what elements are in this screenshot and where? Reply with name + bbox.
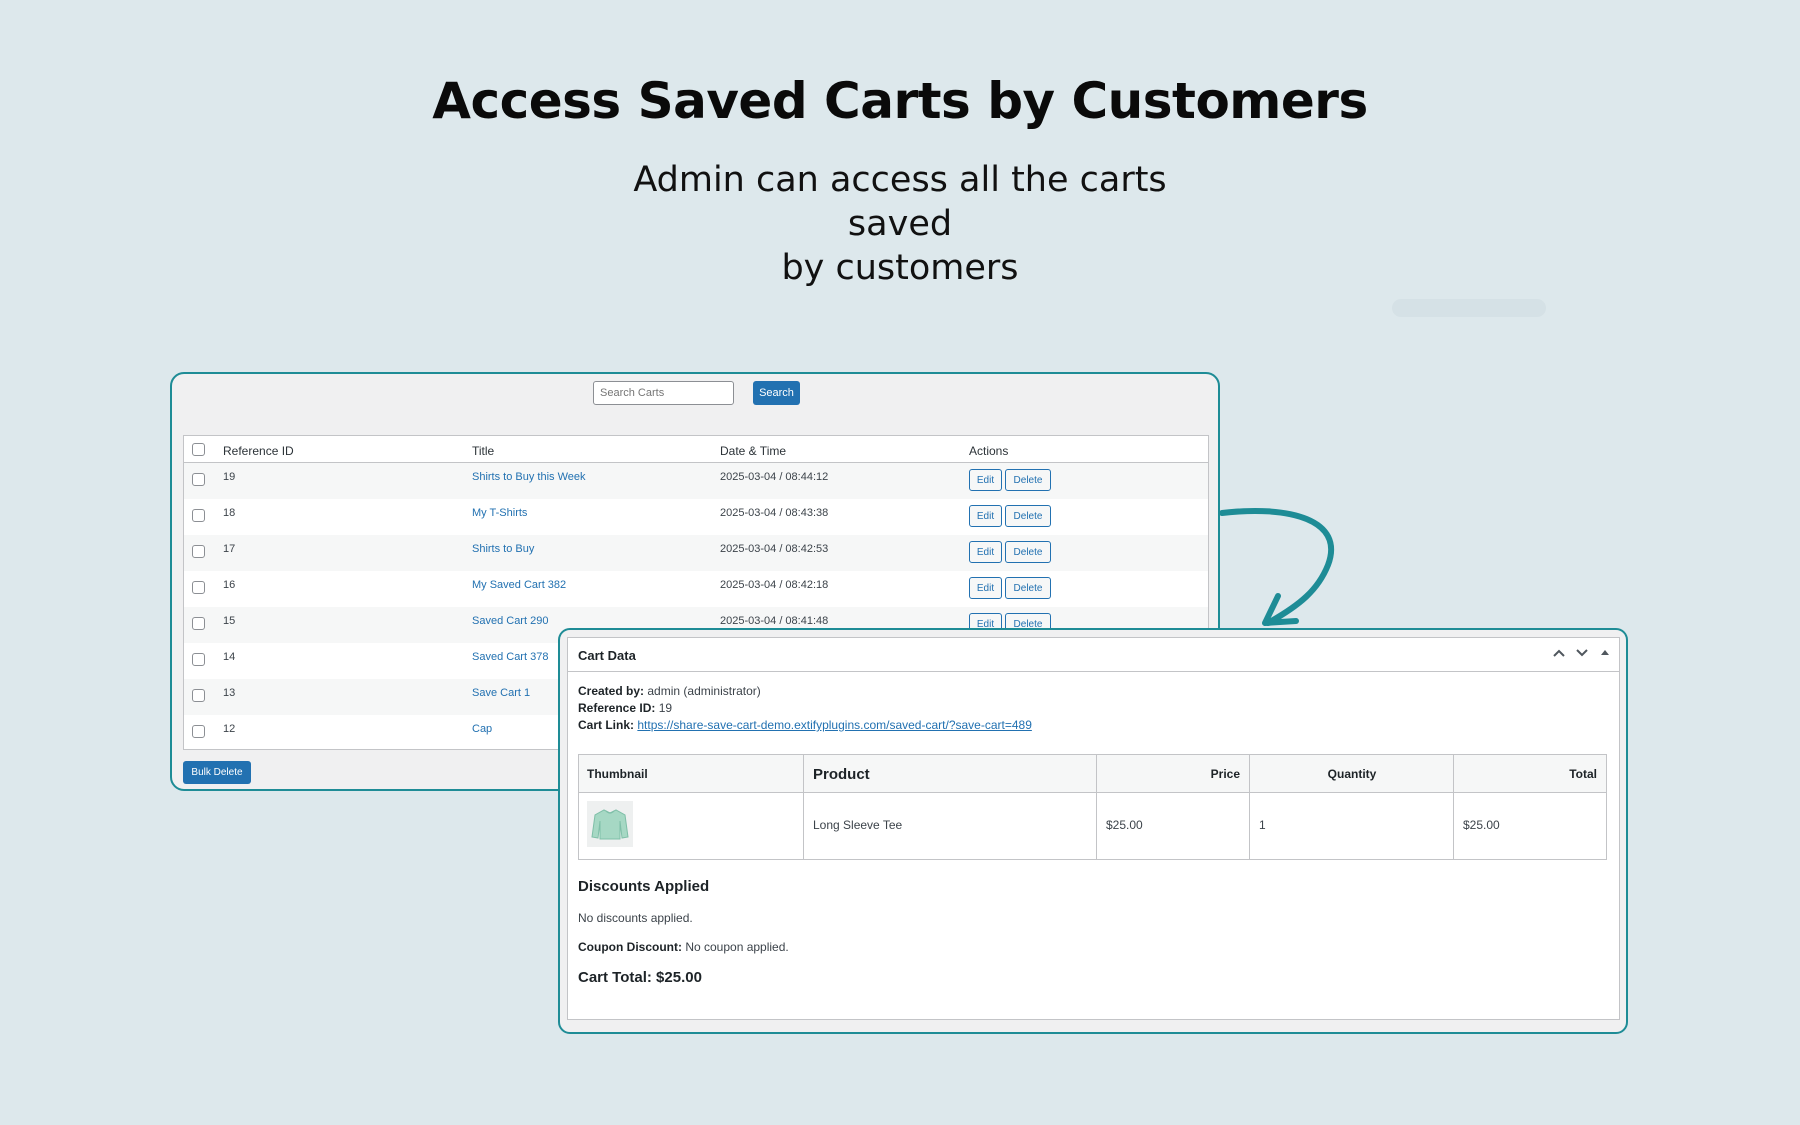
coupon-value: No coupon applied. xyxy=(685,940,789,954)
row-checkbox[interactable] xyxy=(192,545,205,558)
column-header-product: Product xyxy=(804,755,1097,793)
row-checkbox[interactable] xyxy=(192,689,205,702)
discounts-text: No discounts applied. xyxy=(578,911,693,925)
column-header-total: Total xyxy=(1454,755,1606,793)
long-sleeve-shirt-icon xyxy=(591,809,629,840)
page-heading: Access Saved Carts by Customers xyxy=(432,72,1368,130)
column-header-title: Title xyxy=(472,444,495,458)
row-checkbox[interactable] xyxy=(192,473,205,486)
row-checkbox[interactable] xyxy=(192,509,205,522)
product-thumbnail[interactable] xyxy=(587,801,633,847)
cart-link: Cart Link: https://share-save-cart-demo.… xyxy=(578,718,1032,732)
cart-data-header: Cart Data xyxy=(568,638,1619,672)
reference-id-value: 19 xyxy=(658,701,673,715)
bulk-delete-button[interactable]: Bulk Delete xyxy=(183,761,251,784)
row-reference-id: 18 xyxy=(223,507,236,519)
row-checkbox[interactable] xyxy=(192,725,205,738)
row-title-link[interactable]: Saved Cart 290 xyxy=(472,615,548,627)
row-date-time: 2025-03-04 / 08:43:38 xyxy=(720,507,829,519)
subheading-line-2: by customers xyxy=(781,248,1019,288)
table-row: 16 My Saved Cart 382 2025-03-04 / 08:42:… xyxy=(184,571,1208,607)
row-title-link[interactable]: Shirts to Buy this Week xyxy=(472,471,586,483)
row-title-link[interactable]: Save Cart 1 xyxy=(472,687,530,699)
subheading-line-1: Admin can access all the carts saved xyxy=(633,160,1167,244)
row-reference-id: 13 xyxy=(223,687,236,699)
reference-id-label: Reference ID: xyxy=(578,701,656,715)
cart-items-table: Thumbnail Product Price Quantity Total L… xyxy=(578,754,1607,860)
cart-link-label: Cart Link: xyxy=(578,718,635,732)
row-reference-id: 15 xyxy=(223,615,236,627)
decorative-bar xyxy=(1392,299,1546,317)
row-reference-id: 17 xyxy=(223,543,236,555)
created-by: Created by: admin (administrator) xyxy=(578,684,761,698)
column-header-price: Price xyxy=(1097,755,1250,793)
row-title-link[interactable]: Saved Cart 378 xyxy=(472,651,548,663)
row-date-time: 2025-03-04 / 08:42:53 xyxy=(720,543,829,555)
column-header-thumbnail: Thumbnail xyxy=(579,755,804,793)
toggle-panel-icon[interactable] xyxy=(1599,646,1611,663)
cart-data-title: Cart Data xyxy=(578,648,636,663)
table-header-row: Reference ID Title Date & Time Actions xyxy=(184,436,1208,463)
delete-button[interactable]: Delete xyxy=(1005,469,1051,491)
edit-button[interactable]: Edit xyxy=(969,541,1002,563)
row-reference-id: 12 xyxy=(223,723,236,735)
item-product-cell: Long Sleeve Tee xyxy=(804,793,1097,859)
coupon-discount: Coupon Discount: No coupon applied. xyxy=(578,940,789,954)
row-title-link[interactable]: Cap xyxy=(472,723,492,735)
row-date-time: 2025-03-04 / 08:42:18 xyxy=(720,579,829,591)
coupon-label: Coupon Discount: xyxy=(578,940,682,954)
delete-button[interactable]: Delete xyxy=(1005,577,1051,599)
row-title-link[interactable]: My Saved Cart 382 xyxy=(472,579,566,591)
item-price-cell: $25.00 xyxy=(1097,793,1250,859)
column-header-reference-id: Reference ID xyxy=(223,444,294,458)
select-all-checkbox[interactable] xyxy=(192,443,205,456)
created-by-value: admin (administrator) xyxy=(647,684,761,698)
row-checkbox[interactable] xyxy=(192,653,205,666)
item-quantity-cell: 1 xyxy=(1250,793,1454,859)
table-row: 17 Shirts to Buy 2025-03-04 / 08:42:53 E… xyxy=(184,535,1208,571)
column-header-actions: Actions xyxy=(969,444,1009,458)
table-row: 19 Shirts to Buy this Week 2025-03-04 / … xyxy=(184,463,1208,499)
delete-button[interactable]: Delete xyxy=(1005,505,1051,527)
column-header-quantity: Quantity xyxy=(1250,755,1454,793)
item-thumbnail-cell xyxy=(579,793,804,859)
page-subheading: Admin can access all the carts saved by … xyxy=(600,158,1200,290)
search-carts-input[interactable] xyxy=(593,381,734,405)
edit-button[interactable]: Edit xyxy=(969,505,1002,527)
row-reference-id: 19 xyxy=(223,471,236,483)
item-total-cell: $25.00 xyxy=(1463,818,1500,832)
table-row: 18 My T-Shirts 2025-03-04 / 08:43:38 Edi… xyxy=(184,499,1208,535)
row-title-link[interactable]: My T-Shirts xyxy=(472,507,527,519)
row-date-time: 2025-03-04 / 08:44:12 xyxy=(720,471,829,483)
row-reference-id: 16 xyxy=(223,579,236,591)
cart-data-box: Cart Data Created by: admin (administrat… xyxy=(567,637,1620,1020)
cart-data-panel: Cart Data Created by: admin (administrat… xyxy=(558,628,1628,1034)
edit-button[interactable]: Edit xyxy=(969,469,1002,491)
row-date-time: 2025-03-04 / 08:41:48 xyxy=(720,615,829,627)
created-by-label: Created by: xyxy=(578,684,645,698)
delete-button[interactable]: Delete xyxy=(1005,541,1051,563)
row-checkbox[interactable] xyxy=(192,617,205,630)
cart-total: Cart Total: $25.00 xyxy=(578,969,702,986)
search-button[interactable]: Search xyxy=(753,381,800,405)
cart-link-url[interactable]: https://share-save-cart-demo.extifyplugi… xyxy=(637,718,1032,732)
discounts-heading: Discounts Applied xyxy=(578,878,710,895)
row-checkbox[interactable] xyxy=(192,581,205,594)
edit-button[interactable]: Edit xyxy=(969,577,1002,599)
row-reference-id: 14 xyxy=(223,651,236,663)
row-title-link[interactable]: Shirts to Buy xyxy=(472,543,534,555)
column-header-date-time: Date & Time xyxy=(720,444,787,458)
curved-arrow-icon xyxy=(1219,508,1335,626)
chevron-up-icon[interactable] xyxy=(1552,646,1566,663)
chevron-down-icon[interactable] xyxy=(1575,646,1589,663)
reference-id: Reference ID: 19 xyxy=(578,701,672,715)
